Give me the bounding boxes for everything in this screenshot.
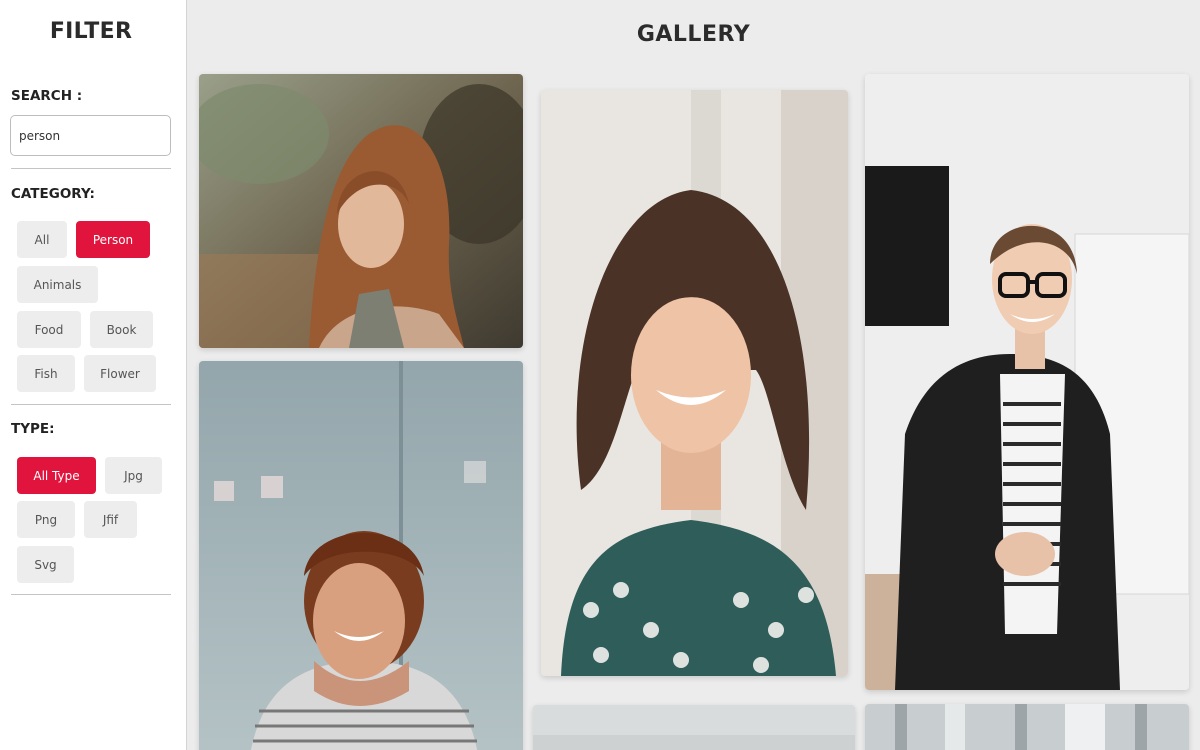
divider bbox=[11, 404, 171, 405]
gallery-photo[interactable] bbox=[541, 90, 848, 676]
gallery-photo[interactable] bbox=[865, 704, 1189, 750]
filter-sidebar: FILTER SEARCH : CATEGORY: All Person Ani… bbox=[0, 0, 187, 750]
type-chip-png[interactable]: Png bbox=[17, 501, 75, 538]
portrait-image bbox=[541, 90, 848, 676]
gallery-title: GALLERY bbox=[636, 22, 751, 47]
category-label: CATEGORY: bbox=[11, 186, 95, 202]
gallery-photo[interactable] bbox=[533, 705, 855, 750]
category-chip-book[interactable]: Book bbox=[90, 311, 153, 348]
type-chip-all-type[interactable]: All Type bbox=[17, 457, 96, 494]
portrait-image bbox=[865, 74, 1189, 690]
divider bbox=[11, 168, 171, 169]
category-chip-flower[interactable]: Flower bbox=[84, 355, 156, 392]
category-chip-person[interactable]: Person bbox=[76, 221, 150, 258]
gallery-photo[interactable] bbox=[199, 361, 523, 750]
filter-title: FILTER bbox=[49, 19, 133, 44]
type-chip-jfif[interactable]: Jfif bbox=[84, 501, 137, 538]
category-chip-fish[interactable]: Fish bbox=[17, 355, 75, 392]
portrait-image bbox=[199, 74, 523, 348]
portrait-image bbox=[533, 705, 855, 750]
type-chip-svg[interactable]: Svg bbox=[17, 546, 74, 583]
divider bbox=[11, 594, 171, 595]
search-label: SEARCH : bbox=[11, 88, 83, 104]
category-chip-all[interactable]: All bbox=[17, 221, 67, 258]
portrait-image bbox=[199, 361, 523, 750]
portrait-image bbox=[865, 704, 1189, 750]
gallery-photo[interactable] bbox=[199, 74, 523, 348]
type-label: TYPE: bbox=[11, 421, 55, 437]
category-chip-food[interactable]: Food bbox=[17, 311, 81, 348]
search-input[interactable] bbox=[10, 115, 171, 156]
type-chip-jpg[interactable]: Jpg bbox=[105, 457, 162, 494]
gallery-photo[interactable] bbox=[865, 74, 1189, 690]
category-chip-animals[interactable]: Animals bbox=[17, 266, 98, 303]
